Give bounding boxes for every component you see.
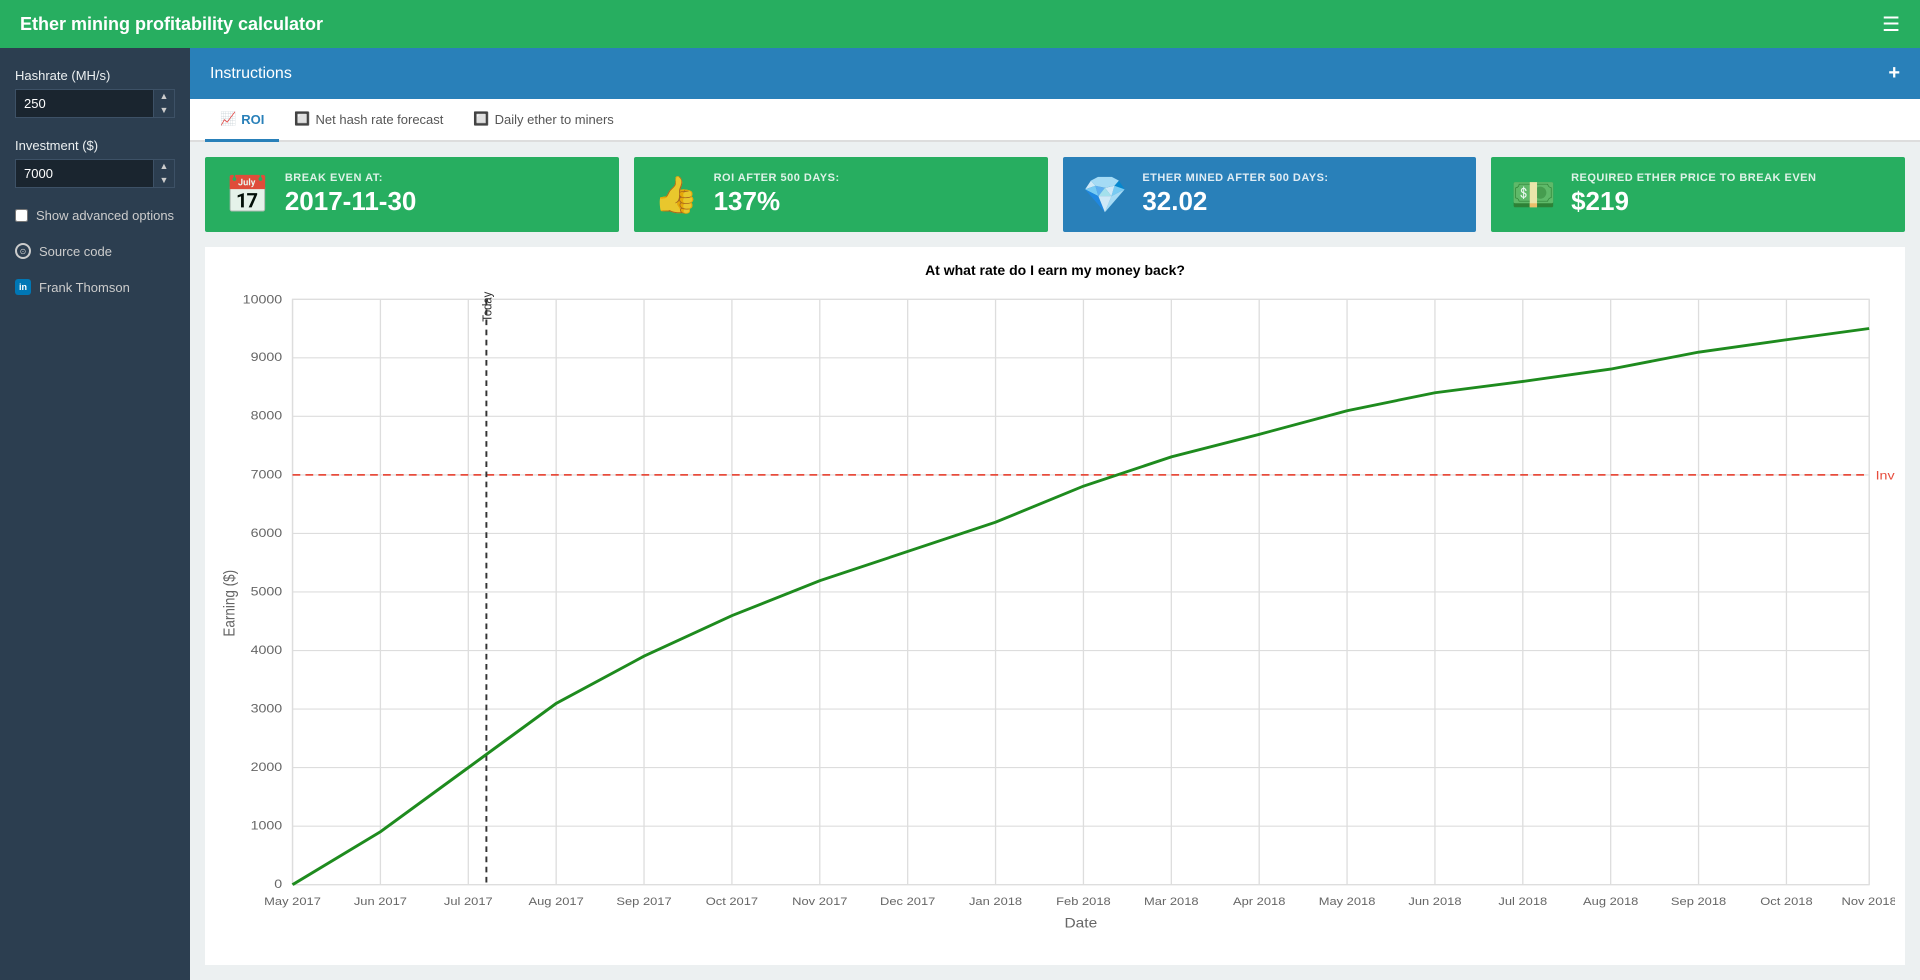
svg-text:Oct 2018: Oct 2018 xyxy=(1760,895,1813,908)
svg-text:May 2018: May 2018 xyxy=(1319,895,1376,908)
app-title: Ether mining profitability calculator xyxy=(20,14,1882,35)
investment-input-wrapper: ▲ ▼ xyxy=(15,159,175,188)
svg-text:Aug 2018: Aug 2018 xyxy=(1583,895,1639,908)
chart-container: 0 1000 2000 3000 4000 5000 6000 7000 800… xyxy=(215,288,1895,941)
investment-label: Investment ($) xyxy=(15,138,175,153)
chart-svg: 0 1000 2000 3000 4000 5000 6000 7000 800… xyxy=(215,288,1895,941)
top-nav: Ether mining profitability calculator ☰ xyxy=(0,0,1920,48)
advanced-options-checkbox-label[interactable]: Show advanced options xyxy=(15,208,175,223)
tab-roi-label: ROI xyxy=(241,112,264,127)
svg-text:Investment: Investment xyxy=(1876,468,1895,482)
svg-text:Feb 2018: Feb 2018 xyxy=(1056,895,1111,908)
chart-title: At what rate do I earn my money back? xyxy=(215,262,1895,278)
investment-field: Investment ($) ▲ ▼ xyxy=(15,138,175,188)
hashrate-increment[interactable]: ▲ xyxy=(154,90,174,104)
advanced-options-label: Show advanced options xyxy=(36,208,174,223)
main-layout: Hashrate (MH/s) ▲ ▼ Investment ($) ▲ ▼ xyxy=(0,48,1920,980)
svg-text:Jun 2018: Jun 2018 xyxy=(1408,895,1461,908)
svg-text:Mar 2018: Mar 2018 xyxy=(1144,895,1199,908)
source-code-label: Source code xyxy=(39,244,112,259)
investment-input[interactable] xyxy=(15,159,154,188)
stat-break-even: 📅 BREAK EVEN AT: 2017-11-30 xyxy=(205,157,619,232)
svg-text:1000: 1000 xyxy=(251,818,283,832)
svg-text:Aug 2017: Aug 2017 xyxy=(529,895,585,908)
svg-text:Earning ($): Earning ($) xyxy=(222,570,239,637)
tab-net-hash[interactable]: 🔲 Net hash rate forecast xyxy=(279,99,458,142)
required-price-value: $219 xyxy=(1571,186,1816,217)
stat-ether-mined: 💎 ETHER MINED AFTER 500 DAYS: 32.02 xyxy=(1063,157,1477,232)
break-even-label: BREAK EVEN AT: xyxy=(285,172,417,184)
svg-text:2000: 2000 xyxy=(251,760,283,774)
stats-row: 📅 BREAK EVEN AT: 2017-11-30 👍 ROI AFTER … xyxy=(190,142,1920,247)
svg-text:6000: 6000 xyxy=(251,526,283,540)
tabs-bar: 📈 ROI 🔲 Net hash rate forecast 🔲 Daily e… xyxy=(190,99,1920,142)
svg-text:9000: 9000 xyxy=(251,350,283,364)
tab-net-hash-label: Net hash rate forecast xyxy=(316,112,444,127)
tab-daily-ether[interactable]: 🔲 Daily ether to miners xyxy=(458,99,628,142)
hashrate-decrement[interactable]: ▼ xyxy=(154,104,174,118)
ether-mined-icon: 💎 xyxy=(1083,174,1128,216)
svg-text:Date: Date xyxy=(1064,916,1097,931)
svg-text:Jul 2018: Jul 2018 xyxy=(1498,895,1547,908)
instructions-bar: Instructions + xyxy=(190,48,1920,99)
stat-roi: 👍 ROI AFTER 500 DAYS: 137% xyxy=(634,157,1048,232)
hashrate-input[interactable] xyxy=(15,89,154,118)
svg-text:May 2017: May 2017 xyxy=(264,895,321,908)
tab-daily-ether-label: Daily ether to miners xyxy=(495,112,614,127)
ether-mined-label: ETHER MINED AFTER 500 DAYS: xyxy=(1142,172,1328,184)
investment-increment[interactable]: ▲ xyxy=(154,160,174,174)
content-area: Instructions + 📈 ROI 🔲 Net hash rate for… xyxy=(190,48,1920,980)
svg-text:Oct 2017: Oct 2017 xyxy=(706,895,759,908)
ether-mined-value: 32.02 xyxy=(1142,186,1328,217)
svg-text:Apr 2018: Apr 2018 xyxy=(1233,895,1286,908)
break-even-value: 2017-11-30 xyxy=(285,186,417,217)
author-label: Frank Thomson xyxy=(39,280,130,295)
hashrate-field: Hashrate (MH/s) ▲ ▼ xyxy=(15,68,175,118)
linkedin-icon: in xyxy=(15,279,31,295)
svg-text:5000: 5000 xyxy=(251,584,283,598)
svg-text:8000: 8000 xyxy=(251,409,283,423)
hashrate-spinners: ▲ ▼ xyxy=(154,89,175,118)
svg-text:0: 0 xyxy=(274,877,282,891)
sidebar: Hashrate (MH/s) ▲ ▼ Investment ($) ▲ ▼ xyxy=(0,48,190,980)
svg-text:Sep 2017: Sep 2017 xyxy=(616,895,672,908)
advanced-options-checkbox[interactable] xyxy=(15,209,28,222)
svg-text:7000: 7000 xyxy=(251,467,283,481)
chart-area: At what rate do I earn my money back? xyxy=(205,247,1905,965)
svg-text:Dec 2017: Dec 2017 xyxy=(880,895,936,908)
investment-decrement[interactable]: ▼ xyxy=(154,174,174,188)
svg-text:Jan 2018: Jan 2018 xyxy=(969,895,1022,908)
svg-text:4000: 4000 xyxy=(251,643,283,657)
hashrate-label: Hashrate (MH/s) xyxy=(15,68,175,83)
required-price-label: REQUIRED ETHER PRICE TO BREAK EVEN xyxy=(1571,172,1816,184)
tab-net-hash-icon: 🔲 xyxy=(294,111,310,127)
hamburger-icon[interactable]: ☰ xyxy=(1882,12,1900,37)
instructions-title: Instructions xyxy=(210,65,292,83)
svg-text:Today: Today xyxy=(480,291,495,322)
instructions-expand[interactable]: + xyxy=(1888,62,1900,85)
source-code-link[interactable]: ⊙ Source code xyxy=(15,243,175,259)
svg-text:Nov 2017: Nov 2017 xyxy=(792,895,848,908)
tab-roi[interactable]: 📈 ROI xyxy=(205,99,279,142)
tab-daily-ether-icon: 🔲 xyxy=(473,111,489,127)
required-price-icon: 💵 xyxy=(1511,174,1556,216)
hashrate-input-wrapper: ▲ ▼ xyxy=(15,89,175,118)
investment-spinners: ▲ ▼ xyxy=(154,159,175,188)
svg-text:Nov 2018: Nov 2018 xyxy=(1842,895,1895,908)
stat-required-price: 💵 REQUIRED ETHER PRICE TO BREAK EVEN $21… xyxy=(1491,157,1905,232)
roi-icon: 👍 xyxy=(654,174,699,216)
svg-text:3000: 3000 xyxy=(251,701,283,715)
roi-label: ROI AFTER 500 DAYS: xyxy=(714,172,840,184)
svg-text:10000: 10000 xyxy=(243,293,283,307)
svg-text:Sep 2018: Sep 2018 xyxy=(1671,895,1727,908)
break-even-icon: 📅 xyxy=(225,174,270,216)
tab-roi-chart-icon: 📈 xyxy=(220,111,236,127)
author-link[interactable]: in Frank Thomson xyxy=(15,279,175,295)
roi-value: 137% xyxy=(714,186,840,217)
svg-text:Jun 2017: Jun 2017 xyxy=(354,895,407,908)
svg-text:Jul 2017: Jul 2017 xyxy=(444,895,493,908)
source-code-icon: ⊙ xyxy=(15,243,31,259)
